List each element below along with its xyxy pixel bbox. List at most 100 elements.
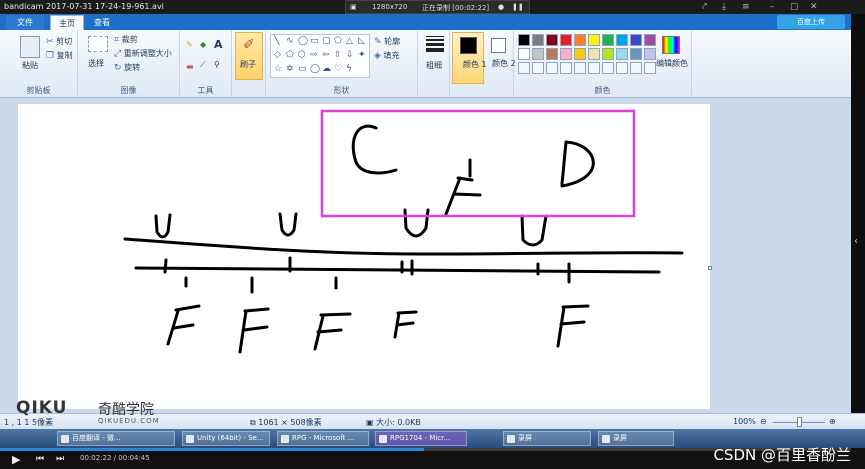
polygon-icon[interactable]: ⬠ [334, 36, 342, 46]
fill-button[interactable]: ◈ 填充 [374, 50, 399, 61]
color-picker-icon[interactable]: ⟋ [200, 60, 206, 70]
arrow-left-icon[interactable]: ⇦ [322, 50, 330, 60]
drawing-canvas[interactable] [18, 104, 710, 409]
oval-icon[interactable]: ◯ [298, 36, 308, 46]
tab-home[interactable]: 主页 [50, 15, 84, 30]
close-icon[interactable]: ✕ [810, 2, 818, 12]
rotate-button[interactable]: ↻ 旋转 [114, 62, 140, 73]
curve-icon[interactable]: ∿ [286, 36, 294, 46]
pencil-icon[interactable]: ✎ [186, 40, 193, 49]
select-icon[interactable] [88, 36, 108, 52]
paste-button[interactable]: 粘贴 [22, 60, 38, 71]
select-button[interactable]: 选择 [88, 58, 104, 69]
copy-button[interactable]: ❐ 复制 [46, 50, 73, 61]
color-swatch[interactable] [532, 34, 544, 46]
color-swatch[interactable] [546, 34, 558, 46]
lightning-icon[interactable]: ϟ [346, 64, 352, 74]
custom-color-swatch[interactable] [532, 62, 544, 74]
star6-icon[interactable]: ✡ [286, 64, 294, 74]
custom-color-swatch[interactable] [602, 62, 614, 74]
color-swatch[interactable] [616, 48, 628, 60]
side-panel-toggle-icon[interactable]: ‹ [854, 236, 858, 247]
custom-color-swatch[interactable] [588, 62, 600, 74]
taskbar-item[interactable]: RPG - Microsoft ... [277, 431, 369, 446]
heart-icon[interactable]: ♡ [334, 64, 342, 74]
color-swatch[interactable] [588, 48, 600, 60]
rainbow-icon[interactable] [662, 36, 680, 54]
taskbar-item[interactable]: Unity (64bit) - Se... [182, 431, 270, 446]
taskbar-item[interactable]: 录屏 [598, 431, 674, 446]
custom-color-swatch[interactable] [630, 62, 642, 74]
color-swatch[interactable] [546, 48, 558, 60]
custom-color-swatch[interactable] [546, 62, 558, 74]
resize-button[interactable]: ⤢ 重新调整大小 [114, 48, 172, 59]
record-icon[interactable]: ● [498, 3, 504, 11]
size-button[interactable]: 粗细 [426, 60, 442, 71]
color-swatch[interactable] [602, 34, 614, 46]
brushes-button[interactable]: ✐ 刷子 [235, 32, 263, 80]
color-swatch[interactable] [574, 34, 586, 46]
tab-view[interactable]: 查看 [86, 15, 118, 30]
color2-button[interactable]: 颜色 2 [486, 30, 516, 98]
color-swatch[interactable] [574, 48, 586, 60]
zoom-thumb[interactable] [797, 417, 802, 427]
zoom-out-icon[interactable]: ⊖ [760, 417, 767, 426]
arrow-right-icon[interactable]: ⇨ [310, 50, 318, 60]
baidu-upload-button[interactable]: 百度上传 [777, 15, 845, 29]
right-triangle-icon[interactable]: ◺ [358, 36, 365, 46]
magnifier-icon[interactable]: ⚲ [214, 60, 220, 69]
star5-icon[interactable]: ☆ [274, 64, 282, 74]
color-swatch[interactable] [630, 34, 642, 46]
rectangle-icon[interactable]: ▭ [310, 36, 319, 46]
eraser-icon[interactable]: ▬ [186, 62, 194, 71]
taskbar-item[interactable]: 百度翻译 - 微... [57, 431, 175, 446]
minimize-icon[interactable]: – [770, 2, 775, 12]
line-width-icon[interactable] [426, 36, 444, 54]
color-swatch[interactable] [630, 48, 642, 60]
prev-icon[interactable]: ⏮ [36, 454, 44, 464]
hexagon-icon[interactable]: ⬡ [298, 50, 306, 60]
arrow-down-icon[interactable]: ⇩ [346, 50, 354, 60]
zoom-in-icon[interactable]: ⊕ [829, 417, 836, 426]
download-icon[interactable]: ⤓ [722, 2, 726, 12]
next-icon[interactable]: ⏭ [56, 454, 64, 464]
diamond-icon[interactable]: ◇ [274, 50, 281, 60]
callout-oval-icon[interactable]: ◯ [310, 64, 320, 74]
fill-icon[interactable]: ◆ [200, 40, 206, 49]
color1-button[interactable]: 颜色 1 [452, 32, 487, 84]
custom-color-swatch[interactable] [574, 62, 586, 74]
callout-cloud-icon[interactable]: ☁ [322, 64, 331, 74]
play-icon[interactable]: ▶ [12, 453, 20, 466]
custom-color-swatch[interactable] [560, 62, 572, 74]
share-icon[interactable]: ⤤ [702, 2, 707, 12]
crop-button[interactable]: ⌗ 裁剪 [114, 34, 138, 45]
pentagon-icon[interactable]: ⬠ [286, 50, 294, 60]
color-swatch[interactable] [560, 48, 572, 60]
arrow-up-icon[interactable]: ⇧ [334, 50, 342, 60]
maximize-icon[interactable]: ▢ [790, 2, 799, 12]
canvas-resize-handle[interactable] [708, 266, 712, 270]
color-swatch[interactable] [616, 34, 628, 46]
taskbar-item[interactable]: 录屏 [503, 431, 591, 446]
star4-icon[interactable]: ✦ [358, 50, 366, 60]
taskbar-item[interactable]: RPG1704 - Micr... [375, 431, 467, 446]
line-icon[interactable]: ╲ [274, 36, 279, 46]
file-menu-button[interactable]: 文件 [6, 15, 44, 30]
color-swatch[interactable] [560, 34, 572, 46]
color-swatch[interactable] [518, 34, 530, 46]
custom-color-swatch[interactable] [616, 62, 628, 74]
pause-icon[interactable]: ❚❚ [512, 3, 524, 11]
triangle-icon[interactable]: △ [346, 36, 353, 46]
rounded-rect-icon[interactable]: ▢ [322, 36, 331, 46]
menu-icon[interactable]: ≡ [742, 2, 750, 12]
callout-rect-icon[interactable]: ▭ [298, 64, 307, 74]
color-swatch[interactable] [532, 48, 544, 60]
color-swatch[interactable] [518, 48, 530, 60]
paste-icon[interactable] [20, 36, 40, 58]
custom-color-swatch[interactable] [518, 62, 530, 74]
color-swatch[interactable] [588, 34, 600, 46]
text-icon[interactable]: A [214, 38, 223, 51]
outline-button[interactable]: ✎ 轮廓 [374, 36, 400, 47]
color-swatch[interactable] [602, 48, 614, 60]
cut-button[interactable]: ✂ 剪切 [46, 36, 72, 47]
